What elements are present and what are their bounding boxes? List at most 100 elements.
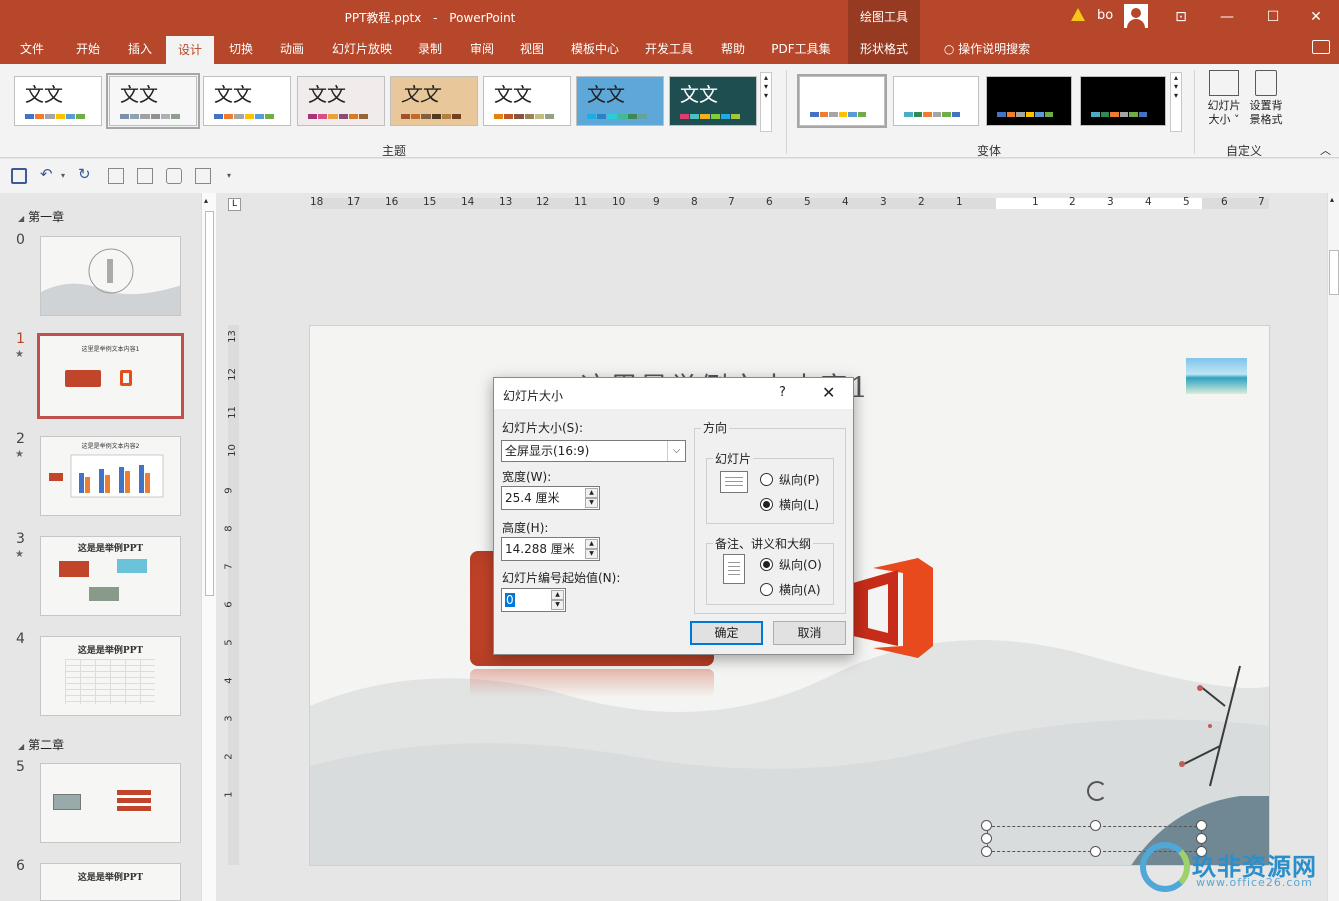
theme-6[interactable]: 文文 [483,76,571,126]
tab-shape-format[interactable]: 形状格式 [848,34,920,64]
tab-design[interactable]: 设计 [166,34,214,64]
theme-7[interactable]: 文文 [576,76,664,126]
maximize-button[interactable]: ☐ [1250,0,1296,34]
tab-pdf-tools[interactable]: PDF工具集 [764,34,838,64]
ok-button[interactable]: 确定 [690,621,763,645]
tab-review[interactable]: 审阅 [458,34,506,64]
section-header-1[interactable]: 第一章 [18,208,64,225]
tab-home[interactable]: 开始 [64,34,112,64]
chevron-down-icon[interactable]: ⌵ [667,441,685,461]
resize-handle[interactable] [1090,846,1101,857]
scroll-up-icon[interactable]: ▴ [1330,195,1334,204]
slide-thumbnail-6[interactable]: 这是是举例PPT [40,863,181,901]
scroll-thumb[interactable] [1329,250,1339,295]
comments-icon[interactable] [1312,40,1330,54]
radio-on-icon[interactable] [760,498,773,511]
tab-animations[interactable]: 动画 [268,34,316,64]
theme-8[interactable]: 文文 [669,76,757,126]
decrement-icon[interactable]: ▼ [585,498,598,508]
undo-dropdown-icon[interactable]: ▾ [61,171,77,187]
slides-portrait-radio[interactable]: 纵向(P) [760,471,820,488]
new-slide-icon[interactable] [108,168,124,184]
office-logo-icon[interactable] [843,558,933,658]
variant-4[interactable] [1080,76,1166,126]
warning-icon[interactable] [1071,8,1085,21]
increment-icon[interactable]: ▲ [551,590,564,600]
tab-insert[interactable]: 插入 [116,34,164,64]
cancel-button[interactable]: 取消 [773,621,846,645]
avatar[interactable] [1124,4,1148,28]
theme-5[interactable]: 文文 [390,76,478,126]
start-number-stepper[interactable]: ▲ ▼ [551,590,564,610]
resize-handle[interactable] [1196,820,1207,831]
slides-landscape-radio[interactable]: 横向(L) [760,496,819,513]
notes-portrait-radio[interactable]: 纵向(O) [760,556,822,573]
horizontal-ruler[interactable]: 18 17 16 15 14 13 12 11 10 9 8 7 6 5 4 3… [310,196,1269,209]
help-button[interactable]: ? [779,385,786,400]
slide-thumbnail-2[interactable]: 这是是举例文本内容2 [40,436,181,516]
increment-icon[interactable]: ▲ [585,539,598,549]
width-field[interactable]: 25.4 厘米 ▲ ▼ [501,486,600,510]
resize-handle[interactable] [1196,833,1207,844]
format-background-button[interactable]: 设置背 景格式 [1245,70,1287,127]
dialog-close-button[interactable]: ✕ [822,383,835,402]
slide-thumbnail-5[interactable] [40,763,181,843]
ribbon-display-options-icon[interactable]: ⊡ [1158,0,1204,34]
start-number-field[interactable]: 0 ▲ ▼ [501,588,566,612]
save-icon[interactable] [11,168,27,184]
height-stepper[interactable]: ▲ ▼ [585,539,598,559]
user-name[interactable]: bo [1097,8,1113,23]
resize-handle[interactable] [1090,820,1101,831]
section-header-2[interactable]: 第二章 [18,736,64,753]
resize-handle[interactable] [981,833,992,844]
slideshow-from-start-icon[interactable] [166,168,182,184]
present-icon[interactable] [195,168,211,184]
slide-size-dropdown[interactable]: 全屏显示(16:9) ⌵ [501,440,686,462]
rotate-handle[interactable] [1087,781,1107,801]
tab-file[interactable]: 文件 [12,34,52,64]
tab-template-center[interactable]: 模板中心 [562,34,628,64]
collapse-ribbon-icon[interactable]: ︿ [1320,142,1331,158]
theme-4[interactable]: 文文 [297,76,385,126]
slide-thumbnail-1[interactable]: 这里是举例文本内容1 [37,333,184,419]
width-stepper[interactable]: ▲ ▼ [585,488,598,508]
tab-stop-selector[interactable]: L [228,198,241,211]
editor-scrollbar[interactable]: ▴ [1327,193,1339,901]
variant-gallery-scroll[interactable]: ▴ ▾ ▾ [1170,72,1182,132]
decrement-icon[interactable]: ▼ [585,549,598,559]
height-field[interactable]: 14.288 厘米 ▲ ▼ [501,537,600,561]
customize-qat-icon[interactable]: ▾ [227,171,243,187]
tab-view[interactable]: 视图 [508,34,556,64]
slide-panel-scrollbar[interactable]: ▴ [201,193,216,901]
tell-me-search[interactable]: ○ 操作说明搜索 [932,34,1042,64]
theme-current[interactable]: 文文 [106,73,200,129]
resize-handle[interactable] [981,846,992,857]
variant-1[interactable] [797,74,887,128]
variant-2[interactable] [893,76,979,126]
tab-slideshow[interactable]: 幻灯片放映 [322,34,402,64]
theme-3[interactable]: 文文 [203,76,291,126]
scroll-thumb[interactable] [205,211,214,596]
redo-icon[interactable]: ↻ [78,165,94,183]
radio-off-icon[interactable] [760,473,773,486]
tab-record[interactable]: 录制 [406,34,454,64]
increment-icon[interactable]: ▲ [585,488,598,498]
minimize-button[interactable]: — [1204,0,1250,34]
close-button[interactable]: ✕ [1293,0,1339,34]
tab-help[interactable]: 帮助 [710,34,756,64]
landscape-photo[interactable] [1186,358,1247,394]
theme-office[interactable]: 文文 [14,76,102,126]
slide-thumbnail-3[interactable]: 这是是举例PPT [40,536,181,616]
undo-icon[interactable]: ↶ [40,165,56,183]
notes-landscape-radio[interactable]: 横向(A) [760,581,821,598]
decrement-icon[interactable]: ▼ [551,600,564,610]
tab-developer[interactable]: 开发工具 [636,34,702,64]
vertical-ruler[interactable]: 13 12 11 10 9 8 7 6 5 4 3 2 1 [224,325,239,865]
radio-off-icon[interactable] [760,583,773,596]
layout-icon[interactable] [137,168,153,184]
slide-size-button[interactable]: 幻灯片 大小 ˅ [1203,70,1245,127]
variant-3[interactable] [986,76,1072,126]
resize-handle[interactable] [981,820,992,831]
theme-gallery-scroll[interactable]: ▴ ▾ ▾ [760,72,772,132]
slide-thumbnail-0[interactable] [40,236,181,316]
